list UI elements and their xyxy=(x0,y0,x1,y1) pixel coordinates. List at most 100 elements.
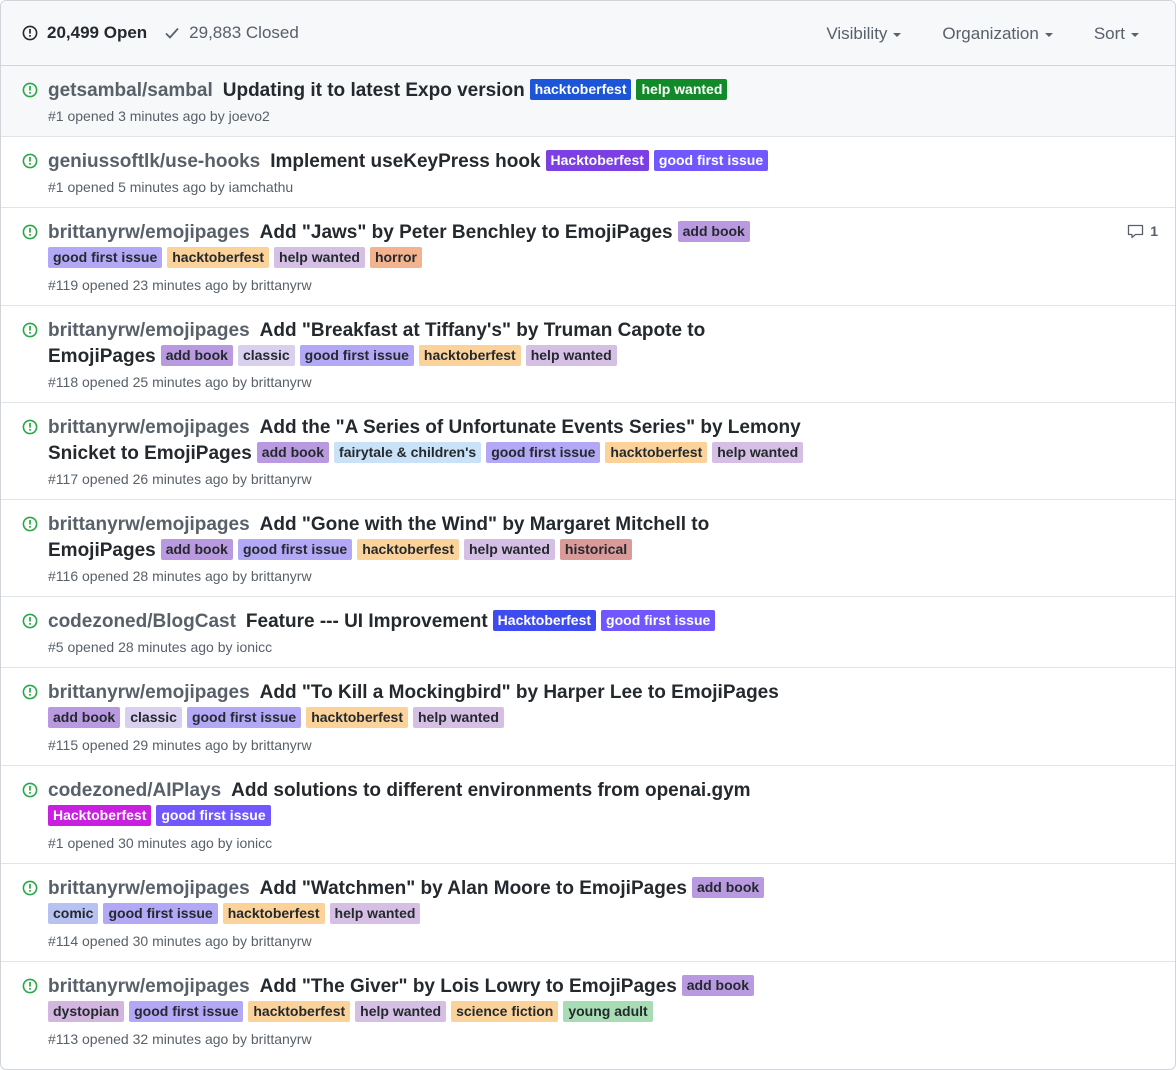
check-icon xyxy=(165,27,179,39)
sort-dropdown[interactable]: Sort xyxy=(1094,24,1139,44)
issue-list: getsambal/sambal Updating it to latest Ex… xyxy=(1,66,1175,1059)
organization-label: Organization xyxy=(942,23,1039,43)
open-issues-filter[interactable]: 20,499 Open xyxy=(22,23,147,43)
issue-label[interactable]: historical xyxy=(559,539,633,560)
issue-row: brittanyrw/emojipages Add "Breakfast at T… xyxy=(1,305,1175,402)
issue-label[interactable]: help wanted xyxy=(525,345,617,366)
issue-body: brittanyrw/emojipages Add "Watchmen" by A… xyxy=(48,864,818,951)
issue-title-link[interactable]: Add solutions to different environments … xyxy=(231,780,750,801)
issue-label[interactable]: good first issue xyxy=(653,150,769,171)
issue-meta: #1 opened 5 minutes ago by iamchathu xyxy=(48,179,294,195)
issue-body: brittanyrw/emojipages Add "The Giver" by … xyxy=(48,962,818,1049)
issue-label[interactable]: hacktoberfest xyxy=(529,79,632,100)
issue-label[interactable]: comic xyxy=(48,903,99,924)
issue-meta: #117 opened 26 minutes ago by brittanyrw xyxy=(48,471,312,487)
issue-row: brittanyrw/emojipages Add "Watchmen" by A… xyxy=(1,863,1175,961)
inline-labels: Hacktoberfest good first issue xyxy=(488,610,716,632)
issue-label[interactable]: Hacktoberfest xyxy=(545,150,649,171)
repo-link[interactable]: brittanyrw/emojipages xyxy=(48,320,250,341)
issue-label[interactable]: hacktoberfest xyxy=(306,707,408,728)
issue-opened-icon xyxy=(22,978,38,994)
issue-label[interactable]: add book xyxy=(48,707,121,728)
issue-label[interactable]: good first issue xyxy=(486,442,601,463)
issue-label[interactable]: good first issue xyxy=(103,903,218,924)
comments-link[interactable]: 1 xyxy=(1127,223,1158,239)
issue-title-link[interactable]: Feature --- UI Improvement xyxy=(246,611,488,632)
issue-label[interactable]: science fiction xyxy=(451,1001,559,1022)
issue-label[interactable]: good first issue xyxy=(186,707,302,728)
issue-opened-icon xyxy=(22,153,38,169)
issue-label[interactable]: dystopian xyxy=(48,1001,125,1022)
repo-link[interactable]: brittanyrw/emojipages xyxy=(48,514,250,535)
issue-row: brittanyrw/emojipages Add "Gone with the … xyxy=(1,499,1175,596)
issue-row: brittanyrw/emojipages Add "The Giver" by … xyxy=(1,961,1175,1059)
closed-issues-filter[interactable]: 29,883 Closed xyxy=(164,23,299,43)
issue-title-line: brittanyrw/emojipages Add "The Giver" by … xyxy=(48,974,818,1000)
issue-label[interactable]: hacktoberfest xyxy=(167,247,270,268)
issue-opened-icon xyxy=(22,25,38,41)
issue-label[interactable]: add book xyxy=(691,877,765,898)
issue-label[interactable]: Hacktoberfest xyxy=(48,805,152,826)
issue-label[interactable]: Hacktoberfest xyxy=(492,610,597,631)
issue-label[interactable]: good first issue xyxy=(237,539,353,560)
visibility-dropdown[interactable]: Visibility xyxy=(826,23,902,44)
issue-row: codezoned/BlogCast Feature --- UI Improve… xyxy=(1,596,1175,667)
issue-body: geniussoftlk/use-hooks Implement useKeyPr… xyxy=(48,137,818,197)
repo-link[interactable]: codezoned/BlogCast xyxy=(48,611,236,632)
issue-label[interactable]: add book xyxy=(677,221,750,242)
issue-label[interactable]: help wanted xyxy=(355,1001,447,1022)
organization-dropdown[interactable]: Organization xyxy=(942,23,1053,44)
issue-title-link[interactable]: Implement useKeyPress hook xyxy=(270,151,540,172)
issue-label[interactable]: classic xyxy=(125,707,182,728)
issue-label[interactable]: young adult xyxy=(563,1001,653,1022)
issue-label[interactable]: classic xyxy=(237,345,295,366)
issue-label[interactable]: help wanted xyxy=(329,903,421,924)
issue-label[interactable]: good first issue xyxy=(299,345,414,366)
repo-link[interactable]: brittanyrw/emojipages xyxy=(48,878,250,899)
repo-link[interactable]: getsambal/sambal xyxy=(48,80,213,101)
issue-label[interactable]: add book xyxy=(160,345,233,366)
issue-label[interactable]: help wanted xyxy=(464,539,555,560)
visibility-label: Visibility xyxy=(826,23,888,43)
comment-count: 1 xyxy=(1150,223,1158,239)
issue-label[interactable]: good first issue xyxy=(129,1001,244,1022)
inline-labels: add book good first issue hacktoberfest hel… xyxy=(156,539,633,561)
issue-label[interactable]: good first issue xyxy=(48,247,163,268)
repo-link[interactable]: codezoned/AIPlays xyxy=(48,780,221,801)
issue-label[interactable]: good first issue xyxy=(601,610,716,631)
repo-link[interactable]: geniussoftlk/use-hooks xyxy=(48,151,260,172)
issue-row: brittanyrw/emojipages Add "To Kill a Mock… xyxy=(1,667,1175,765)
issue-label[interactable]: add book xyxy=(681,975,754,996)
labels-line: comic good first issue hacktoberfest help w… xyxy=(48,903,818,929)
repo-link[interactable]: brittanyrw/emojipages xyxy=(48,222,250,243)
issue-label[interactable]: help wanted xyxy=(413,707,504,728)
issue-label[interactable]: horror xyxy=(369,247,422,268)
repo-link[interactable]: brittanyrw/emojipages xyxy=(48,417,250,438)
issues-list-box: 20,499 Open 29,883 Closed Visibility Org… xyxy=(0,0,1176,1070)
issue-label[interactable]: help wanted xyxy=(712,442,804,463)
caret-down-icon xyxy=(893,33,902,37)
issue-title-line: brittanyrw/emojipages Add "Breakfast at T… xyxy=(48,318,818,370)
issue-label[interactable]: help wanted xyxy=(274,247,365,268)
issue-label[interactable]: fairytale & children's xyxy=(334,442,482,463)
issue-title-link[interactable]: Add "Jaws" by Peter Benchley to EmojiPag… xyxy=(260,222,673,243)
labels-line: Hacktoberfest good first issue xyxy=(48,805,818,831)
issue-label[interactable]: help wanted xyxy=(636,79,728,100)
issue-label[interactable]: hacktoberfest xyxy=(418,345,521,366)
repo-link[interactable]: brittanyrw/emojipages xyxy=(48,976,250,997)
issue-label[interactable]: add book xyxy=(160,539,233,560)
issue-title-link[interactable]: Updating it to latest Expo version xyxy=(223,80,525,101)
issue-meta: #115 opened 29 minutes ago by brittanyrw xyxy=(48,737,312,753)
issue-title-link[interactable]: Add "The Giver" by Lois Lowry to EmojiPa… xyxy=(260,976,677,997)
issue-body: brittanyrw/emojipages Add "Jaws" by Peter… xyxy=(48,208,818,295)
issue-label[interactable]: add book xyxy=(256,442,330,463)
issue-label[interactable]: hacktoberfest xyxy=(605,442,708,463)
issue-title-link[interactable]: Add "Watchmen" by Alan Moore to EmojiPag… xyxy=(260,878,687,899)
issue-label[interactable]: hacktoberfest xyxy=(248,1001,351,1022)
repo-link[interactable]: brittanyrw/emojipages xyxy=(48,682,250,703)
issue-label[interactable]: hacktoberfest xyxy=(357,539,459,560)
issue-label[interactable]: good first issue xyxy=(156,805,271,826)
issue-label[interactable]: hacktoberfest xyxy=(222,903,325,924)
issue-title-link[interactable]: Add "To Kill a Mockingbird" by Harper Le… xyxy=(260,682,779,703)
issue-body: brittanyrw/emojipages Add "Breakfast at T… xyxy=(48,306,818,392)
